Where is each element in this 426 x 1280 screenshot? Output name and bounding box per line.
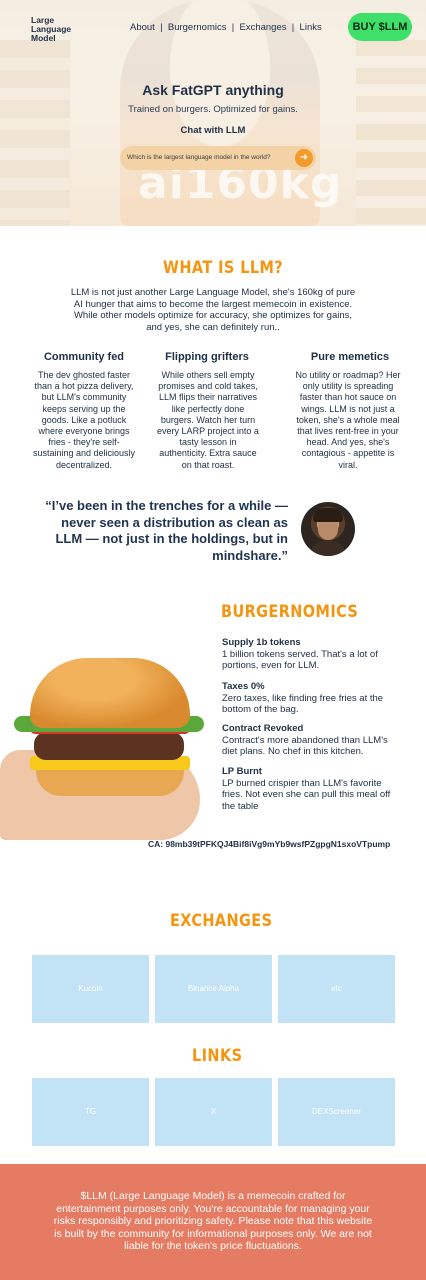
token-item-title-taxes: Taxes 0% [222, 681, 265, 692]
chat-box: Which is the largest language model in t… [120, 146, 316, 170]
exchange-tile-etc[interactable]: etc [278, 955, 395, 1023]
about-title: WHAT IS LLM? [163, 258, 284, 278]
nav-link-burgernomics[interactable]: Burgernomics [168, 22, 227, 33]
link-tile-dexscreener[interactable]: DEXScreener [278, 1078, 395, 1146]
chat-label: Chat with LLM [180, 125, 246, 136]
chat-input[interactable]: Which is the largest language model in t… [127, 146, 291, 170]
token-item-text-taxes: Zero taxes, like finding free fries at t… [222, 693, 384, 716]
link-tile-tg[interactable]: TG [32, 1078, 149, 1146]
hero-title: Ask FatGPT anything [142, 82, 284, 98]
feature-text-community-fed: The dev ghosted faster than a hot pizza … [32, 370, 136, 470]
burger-image [0, 640, 215, 840]
token-item-text-lp: LP burned crispier than LLM's favorite f… [222, 778, 391, 812]
feature-text-pure-memetics: No utility or roadmap? Her only utility … [295, 370, 401, 470]
patty-layer [34, 732, 184, 760]
feature-title-flipping-grifters: Flipping grifters [165, 351, 249, 363]
testimonial-quote: “I’ve been in the trenches for a while —… [45, 498, 288, 563]
token-item-text-supply: 1 billion tokens served. That's a lot of… [222, 649, 378, 672]
hero-section: ai160kg Large Language Model About | Bur… [0, 0, 426, 226]
footer: $LLM (Large Language Model) is a memecoi… [0, 1164, 426, 1280]
exchanges-title: EXCHANGES [170, 911, 273, 931]
link-tile-x[interactable]: X [155, 1078, 272, 1146]
token-item-title-lp: LP Burnt [222, 766, 262, 777]
burgernomics-title: BURGERNOMICS [221, 602, 359, 622]
exchange-tile-binance-alpha[interactable]: Binance Alpha [155, 955, 272, 1023]
feature-text-flipping-grifters: While others sell empty promises and col… [157, 370, 259, 470]
nav-link-about[interactable]: About [130, 22, 155, 33]
nav-link-exchanges[interactable]: Exchanges [240, 22, 287, 33]
site-logo[interactable]: Large Language Model [31, 16, 91, 43]
token-item-title-supply: Supply 1b tokens [222, 637, 301, 648]
arrow-right-icon[interactable]: ➜ [295, 149, 313, 167]
avatar [301, 502, 355, 556]
contract-address[interactable]: CA: 98mb39tPFKQJ4Bif8iVg9mYb9wsfPZgpgN1s… [148, 839, 390, 849]
nav-separator: | [229, 22, 237, 33]
avatar-hair [313, 508, 343, 522]
links-title: LINKS [192, 1046, 243, 1066]
feature-title-community-fed: Community fed [43, 351, 125, 363]
nav-separator: | [157, 22, 166, 33]
footer-disclaimer: $LLM (Large Language Model) is a memecoi… [53, 1190, 373, 1252]
nav-separator: | [289, 22, 297, 33]
avatar-body [309, 540, 347, 556]
about-intro: LLM is not just another Large Language M… [70, 287, 356, 333]
exchange-tile-kucoin[interactable]: Kucoin [32, 955, 149, 1023]
main-nav: About | Burgernomics | Exchanges | Links [130, 22, 322, 33]
bun-top [30, 658, 190, 728]
buy-button[interactable]: BUY $LLM [348, 13, 412, 41]
hero-subtitle: Trained on burgers. Optimized for gains. [128, 104, 298, 115]
token-item-title-contract: Contract Revoked [222, 723, 304, 734]
bun-bottom [36, 766, 184, 796]
feature-title-pure-memetics: Pure memetics [310, 351, 390, 363]
token-item-text-contract: Contract's more abandoned than LLM's die… [222, 735, 388, 758]
nav-link-links[interactable]: Links [300, 22, 322, 33]
